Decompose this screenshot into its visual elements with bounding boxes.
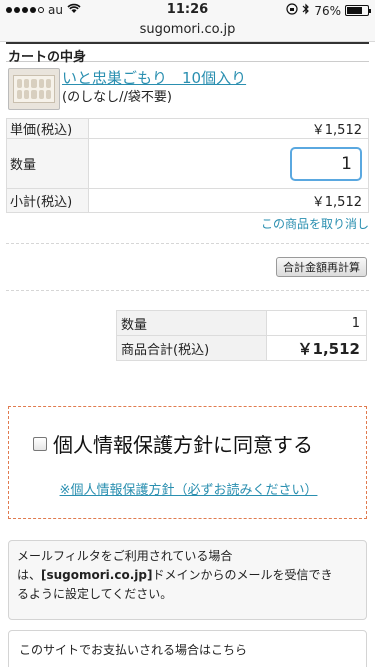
quantity-row: 数量 1 — [6, 138, 369, 189]
payment-notice: このサイトでお支払いされる場合はこちら — [8, 630, 367, 667]
mail-notice-domain: [sugomori.co.jp] — [41, 568, 153, 582]
orientation-lock-icon — [286, 3, 298, 18]
consent-checkbox[interactable] — [33, 436, 47, 451]
cart-header: カートの中身 — [6, 42, 369, 65]
totals-amount-label: 商品合計(税込) — [116, 335, 267, 361]
status-bar: au 11:26 76% — [0, 0, 375, 20]
product-options: (のしなし//袋不要) — [62, 90, 172, 105]
mail-notice-line3: るように設定してください。 — [17, 587, 173, 601]
consent-row[interactable]: 個人情報保護方針に同意する — [33, 429, 313, 458]
subtotal-row: 小計(税込) ￥1,512 — [6, 188, 369, 213]
cart-detail-table: 単価(税込) ￥1,512 数量 1 小計(税込) ￥1,512 — [6, 118, 369, 213]
totals-quantity-label: 数量 — [116, 310, 267, 336]
totals-amount-value: ￥1,512 — [266, 335, 367, 361]
product-name-link[interactable]: いと忠巣ごもり 10個入り — [62, 67, 246, 88]
mail-filter-notice: メールフィルタをご利用されている場合 は、[sugomori.co.jp]ドメイ… — [8, 540, 367, 620]
subtotal-value: ￥1,512 — [88, 188, 369, 213]
cart-product: いと忠巣ごもり 10個入り (のしなし//袋不要) — [6, 64, 369, 116]
quantity-input[interactable]: 1 — [290, 146, 362, 181]
quantity-label: 数量 — [6, 138, 89, 189]
unit-price-label: 単価(税込) — [6, 118, 89, 139]
mail-notice-line1: メールフィルタをご利用されている場合 — [17, 549, 233, 563]
unit-price-value: ￥1,512 — [88, 118, 369, 139]
product-thumbnail[interactable] — [8, 68, 60, 110]
status-right: 76% — [286, 3, 371, 18]
mail-notice-line2: は、[sugomori.co.jp]ドメインからのメールを受信でき — [17, 568, 333, 582]
recalculate-button[interactable]: 合計金額再計算 — [276, 257, 367, 277]
consent-label[interactable]: 個人情報保護方針に同意する — [53, 429, 313, 458]
subtotal-label: 小計(税込) — [6, 188, 89, 213]
totals-amount-row: 商品合計(税込) ￥1,512 — [116, 335, 367, 361]
bluetooth-icon — [302, 3, 310, 18]
remove-item-link[interactable]: この商品を取り消し — [261, 215, 369, 232]
battery-icon — [345, 5, 371, 16]
privacy-policy-link[interactable]: ※個人情報保護方針（必ずお読みください） — [9, 479, 368, 498]
totals-quantity-row: 数量 1 — [116, 310, 367, 336]
payment-notice-text: このサイトでお支払いされる場合はこちら — [19, 643, 248, 657]
privacy-consent-box: 個人情報保護方針に同意する ※個人情報保護方針（必ずお読みください） — [8, 406, 367, 519]
totals-quantity-value: 1 — [266, 310, 367, 336]
battery-percent: 76% — [314, 3, 341, 18]
url-bar[interactable]: sugomori.co.jp — [0, 20, 375, 42]
divider — [6, 290, 369, 291]
unit-price-row: 単価(税込) ￥1,512 — [6, 118, 369, 139]
divider — [6, 243, 369, 244]
totals-table: 数量 1 商品合計(税込) ￥1,512 — [116, 310, 367, 361]
